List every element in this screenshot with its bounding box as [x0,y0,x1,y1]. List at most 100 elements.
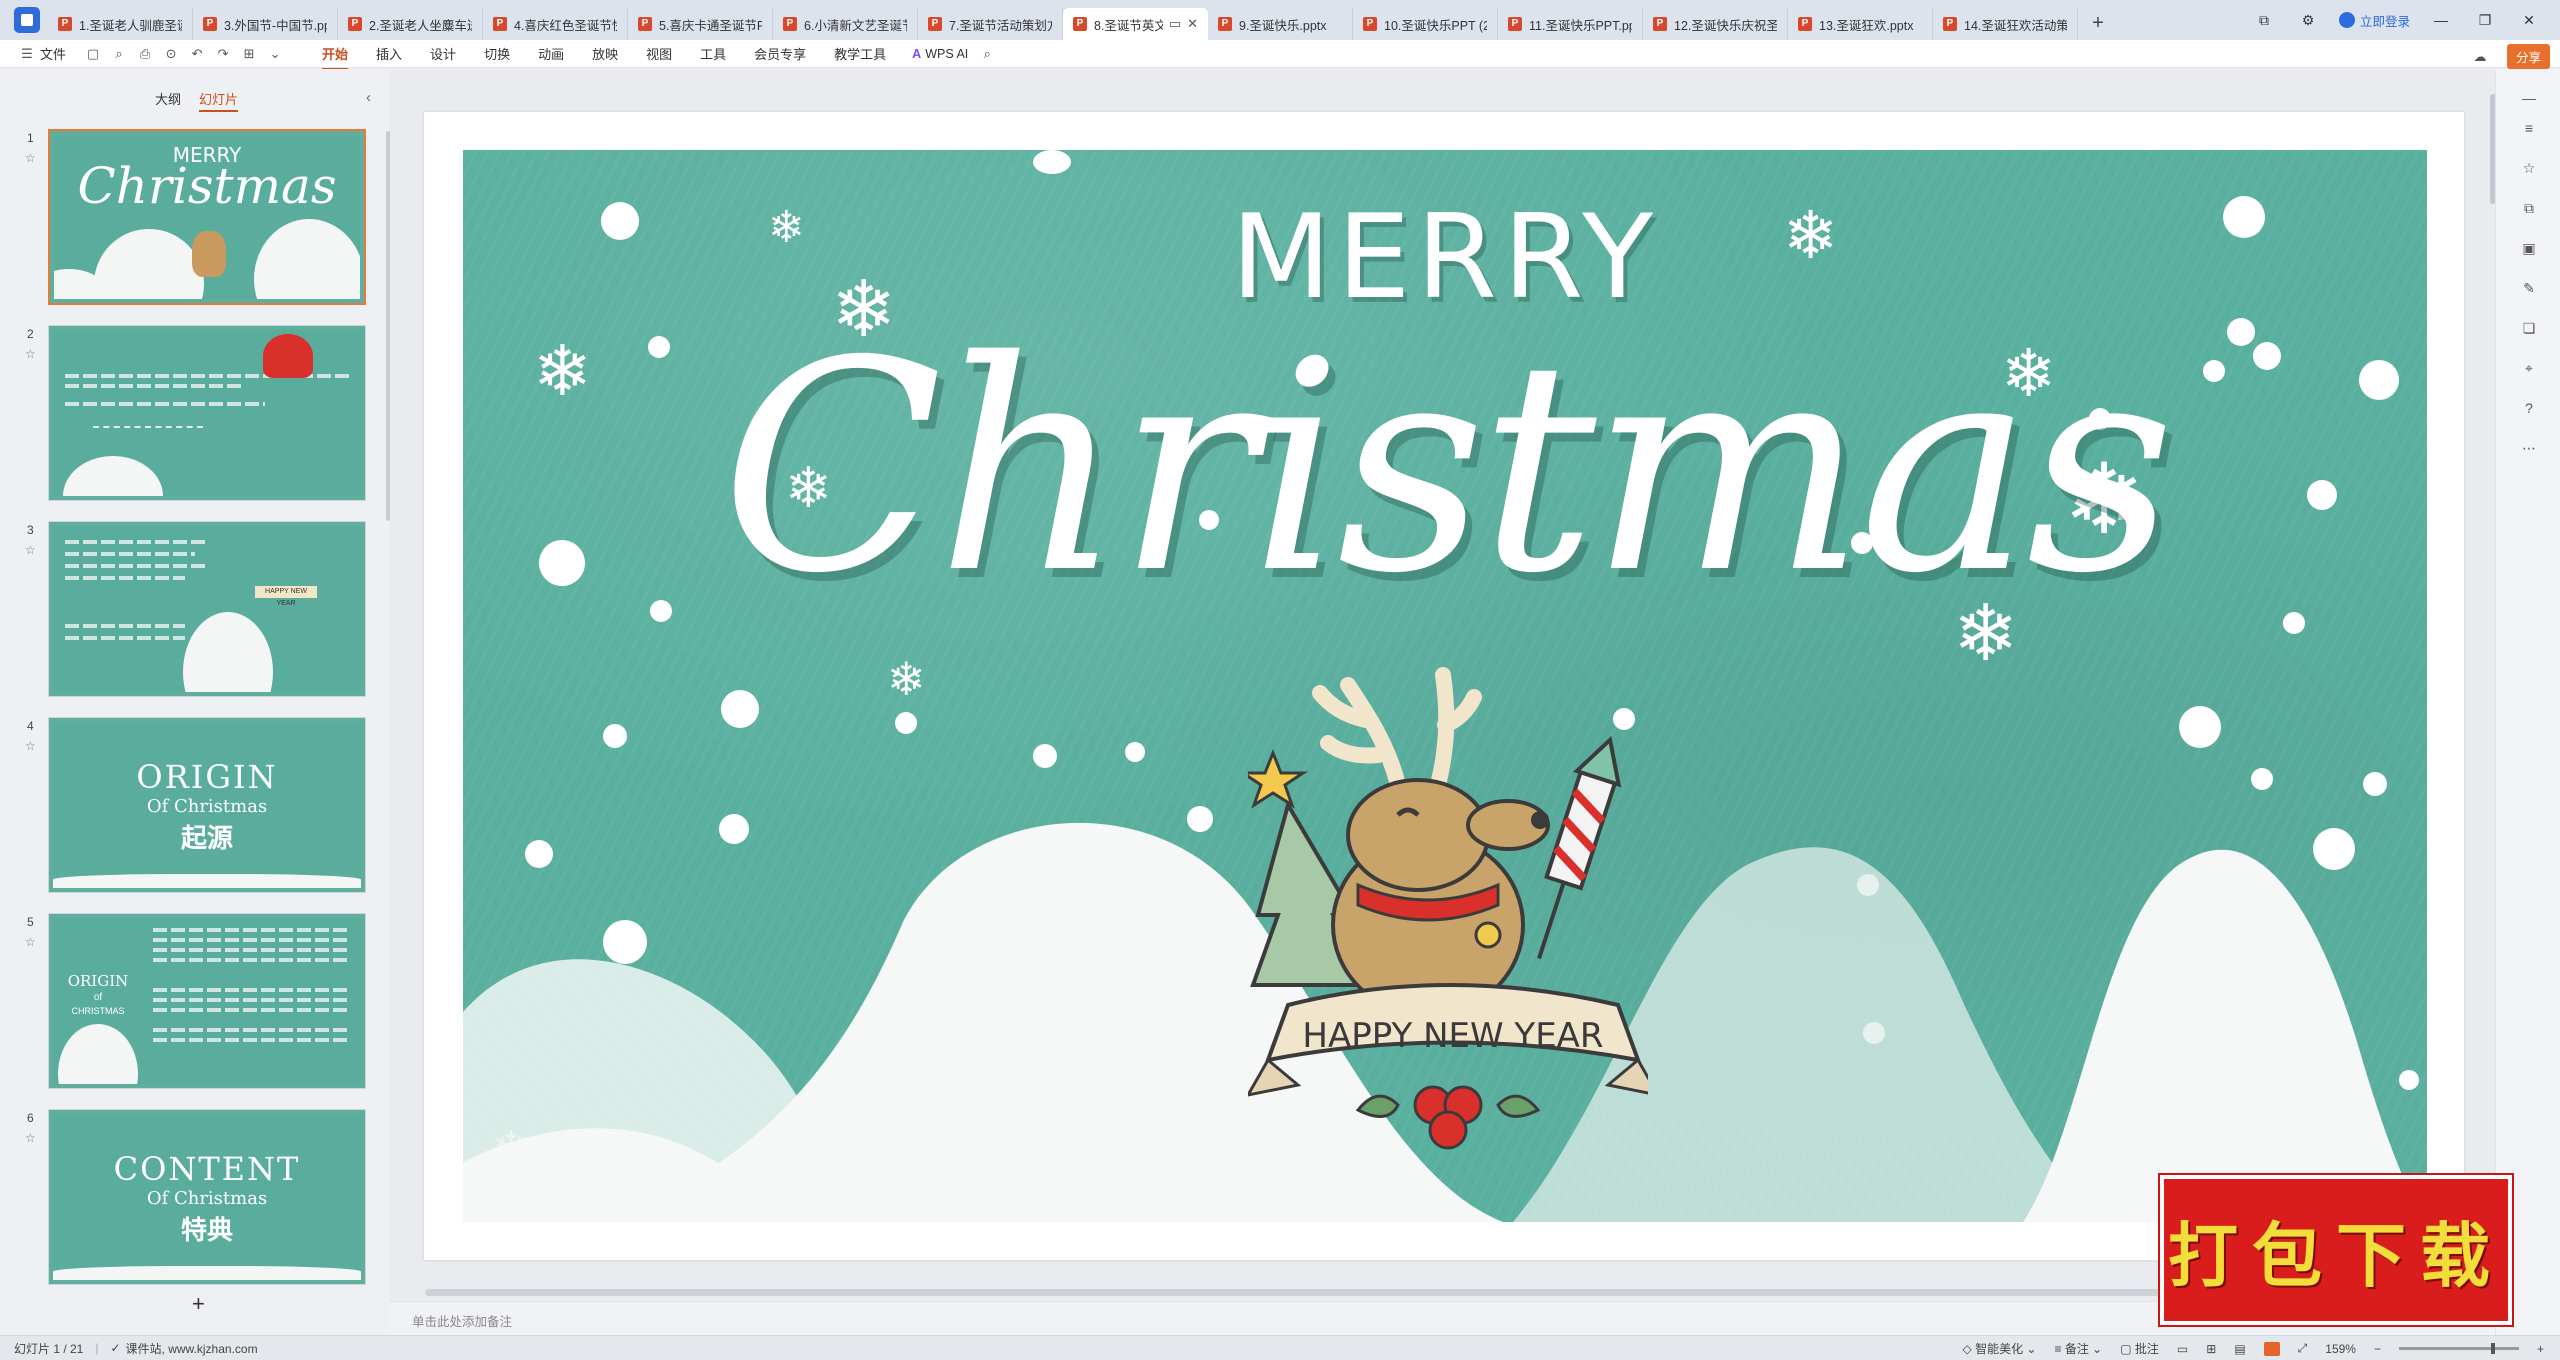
star-icon[interactable]: ☆ [25,543,36,557]
document-tab[interactable]: P 2.圣诞老人坐麋车送礼 [338,8,483,40]
menu-tab[interactable]: 会员专享 [754,44,806,63]
document-tab[interactable]: P 10.圣诞快乐PPT (2) [1353,8,1498,40]
tab-slides[interactable]: 幻灯片 [199,89,239,112]
search-icon[interactable]: ⌕ [978,45,996,63]
preview-icon[interactable]: ⊙ [162,45,180,63]
tab-title: 9.圣诞快乐.pptx [1239,18,1327,33]
file-menu[interactable]: 文件 [40,44,66,63]
notes-button[interactable]: ≡ 备注 ⌄ [2054,1340,2102,1357]
menu-tab[interactable]: 开始 [322,44,349,70]
more-icon[interactable]: ⋯ [2520,439,2538,457]
chevron-down-icon[interactable]: ⌄ [266,45,284,63]
menu-tab[interactable]: 放映 [592,44,618,63]
tools-icon[interactable]: ✎ [2520,279,2538,297]
close-tab-icon[interactable]: ✕ [1187,16,1198,32]
copy-icon[interactable]: ⧉ [2520,199,2538,217]
slide-page[interactable]: ❄ ❄ ❄ ❄ ❄ ❄ ❄ ❄ ❄ ❄ MERRY Christmas [424,112,2464,1260]
star-icon[interactable]: ☆ [25,1131,36,1145]
hamburger-icon[interactable]: ☰ [18,45,36,63]
location-icon[interactable]: ⌖ [2520,359,2538,377]
print-icon[interactable]: ⎙ [136,45,154,63]
wps-home-icon[interactable] [14,7,40,33]
zoom-level[interactable]: 159% [2325,1342,2356,1356]
book-icon[interactable]: ❏ [2520,319,2538,337]
download-package-stamp[interactable]: 打包下载 [2158,1173,2514,1327]
slide-christmas-title[interactable]: Christmas [463,300,2427,637]
smart-beautify-button[interactable]: ◇ 智能美化 ⌄ [1963,1340,2037,1357]
cloud-sync-icon[interactable]: ☁ [2471,48,2489,66]
image-icon[interactable]: ▣ [2520,239,2538,257]
add-slide-button[interactable]: + [192,1291,205,1317]
properties-icon[interactable]: ≡ [2520,119,2538,137]
menu-tab[interactable]: 切换 [484,44,510,63]
tab-title: 12.圣诞快乐庆祝圣诞 [1674,18,1777,33]
star-icon[interactable]: ☆ [25,739,36,753]
star-icon[interactable]: ☆ [2520,159,2538,177]
collapse-pane-icon[interactable]: ‹ [366,89,371,106]
document-tab[interactable]: P 5.喜庆卡通圣诞节PPT [628,8,773,40]
notes-icon: ≡ [2054,1342,2065,1356]
redo-icon[interactable]: ↷ [214,45,232,63]
grid-view-icon[interactable]: ⊞ [2206,1342,2216,1356]
save-icon[interactable]: ▢ [84,45,102,63]
slide-thumbnail-5[interactable]: ORIGIN of CHRISTMAS [48,913,366,1089]
document-tab[interactable]: P 13.圣诞狂欢.pptx [1788,8,1933,40]
document-tab[interactable]: P 14.圣诞狂欢活动策划 [1933,8,2078,40]
thumb-text-line [153,1038,349,1042]
zoom-slider[interactable] [2398,1343,2519,1354]
minimize-icon[interactable]: — [2428,12,2454,28]
zoom-in-icon[interactable]: + [2537,1342,2544,1356]
format-painter-icon[interactable]: ⊞ [240,45,258,63]
slide-thumbnail-3[interactable]: HAPPY NEW YEAR [48,521,366,697]
document-tab[interactable]: P 6.小清新文艺圣诞节 [773,8,918,40]
document-tab[interactable]: P 11.圣诞快乐PPT.pptx [1498,8,1643,40]
document-tab[interactable]: P 3.外国节-中国节.pptx [193,8,338,40]
zoom-out-icon[interactable]: − [2374,1342,2381,1356]
menu-tab[interactable]: 教学工具 [834,44,886,63]
help-icon[interactable]: ? [2520,399,2538,417]
undo-icon[interactable]: ↶ [188,45,206,63]
tab-outline[interactable]: 大纲 [155,89,181,112]
status-right-tools: ◇ 智能美化 ⌄ ≡ 备注 ⌄ ▢ 批注 ▭ ⊞ ▤ ⤢ 159% − + [1963,1336,2545,1360]
maximize-icon[interactable]: ❐ [2472,12,2498,29]
tab-monitor-icon[interactable]: ▭ [1169,16,1181,32]
tab-title: 1.圣诞老人驯鹿圣诞 [79,18,182,33]
comments-button[interactable]: ▢ 批注 [2120,1340,2159,1357]
zoom-slider-knob[interactable] [2490,1343,2495,1354]
slide-thumbnail-2[interactable] [48,325,366,501]
thumb-title: CONTENT [113,1150,301,1188]
document-tab[interactable]: P 9.圣诞快乐.pptx [1208,8,1353,40]
settings-icon[interactable]: ⚙ [2295,12,2321,29]
star-icon[interactable]: ☆ [25,935,36,949]
menu-tab[interactable]: 插入 [376,44,402,63]
slide-thumbnail-6[interactable]: CONTENT Of Christmas 特典 [48,1109,366,1285]
document-tab[interactable]: P 8.圣诞节英文 ▭ ✕ [1063,8,1208,40]
wps-ai-button[interactable]: A WPS AI [912,47,968,61]
close-window-icon[interactable]: ✕ [2516,12,2542,29]
horizontal-scrollbar[interactable] [425,1289,2325,1296]
slide-thumbnail-1[interactable]: MERRY Christmas [48,129,366,305]
play-slideshow-button[interactable] [2263,1341,2280,1356]
document-tab[interactable]: P 12.圣诞快乐庆祝圣诞 [1643,8,1788,40]
normal-view-icon[interactable]: ▭ [2177,1342,2188,1356]
deer-head [1346,778,1490,892]
login-button[interactable]: 立即登录 [2338,11,2410,30]
star-icon[interactable]: ☆ [25,347,36,361]
document-tab[interactable]: P 7.圣诞节活动策划方案 [918,8,1063,40]
star-icon[interactable]: ☆ [25,151,36,165]
new-tab-button[interactable]: + [2078,8,2118,40]
open-icon[interactable]: ⌕ [110,45,128,63]
reading-view-icon[interactable]: ▤ [2234,1342,2245,1356]
slide-thumbnail-4[interactable]: ORIGIN Of Christmas 起源 [48,717,366,893]
document-tab[interactable]: P 1.圣诞老人驯鹿圣诞 [48,8,193,40]
share-button[interactable]: 分享 [2506,44,2550,69]
restore-window-icon[interactable]: ⧉ [2251,12,2277,29]
menu-tab[interactable]: 工具 [700,44,726,63]
menu-tab[interactable]: 设计 [430,44,456,63]
collapse-sidebar-icon[interactable]: — [2520,89,2538,107]
document-tab[interactable]: P 4.喜庆红色圣诞节快乐 [483,8,628,40]
fit-window-icon[interactable]: ⤢ [2298,1341,2308,1356]
slide-content[interactable]: ❄ ❄ ❄ ❄ ❄ ❄ ❄ ❄ ❄ ❄ MERRY Christmas [463,150,2427,1222]
menu-tab[interactable]: 动画 [538,44,564,63]
menu-tab[interactable]: 视图 [646,44,672,63]
